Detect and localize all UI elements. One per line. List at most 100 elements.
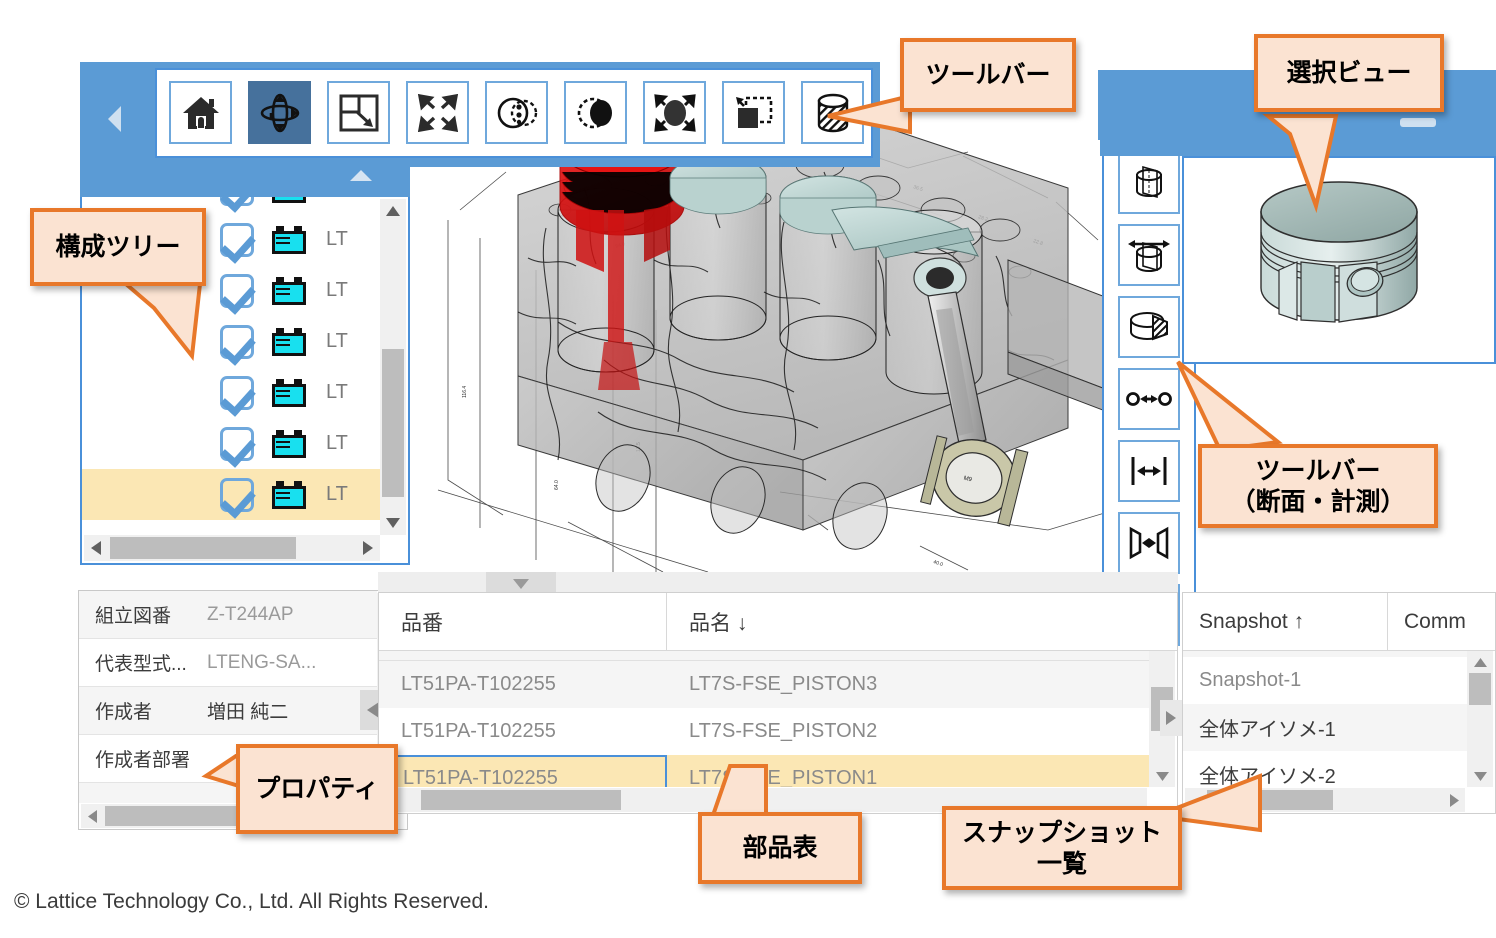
section-plane-button[interactable] — [1118, 152, 1180, 214]
tree-item-label: LT — [326, 197, 348, 200]
callout-properties: プロパティ — [236, 744, 398, 834]
overlapping-circles-icon — [497, 97, 537, 128]
fit-window-icon — [339, 94, 378, 131]
section-move-button[interactable] — [1118, 224, 1180, 286]
select-overlap-button[interactable] — [485, 81, 548, 144]
box-select-icon — [735, 96, 772, 128]
bom-cell-part-name: LT7S-FSE_PISTON3 — [689, 673, 878, 695]
visibility-checkbox[interactable] — [220, 477, 254, 512]
callout-section-toolbar-line2: （断面・計測） — [1230, 487, 1406, 516]
snapshot-row[interactable]: Snapshot-1 — [1183, 657, 1467, 704]
box-select-button[interactable] — [722, 81, 785, 144]
tree-row[interactable]: LT — [82, 367, 380, 418]
measure-point-to-point-button[interactable] — [1118, 368, 1180, 430]
scroll-up-icon[interactable] — [1467, 651, 1493, 673]
snapshot-horizontal-scrollbar[interactable] — [1185, 788, 1465, 812]
scroll-thumb[interactable] — [110, 537, 296, 559]
tree-row[interactable]: LT — [82, 469, 380, 520]
home-icon — [182, 96, 219, 129]
home-view-button[interactable] — [169, 81, 232, 144]
property-row[interactable]: 組立図番 Z-T244AP — [79, 591, 377, 639]
property-value: LTENG-SA... — [207, 651, 317, 673]
scroll-thumb[interactable] — [421, 790, 621, 810]
property-row[interactable]: 代表型式... LTENG-SA... — [79, 639, 377, 687]
tree-row[interactable]: LT — [82, 418, 380, 469]
callout-section-toolbar-line1: ツールバー — [1255, 455, 1381, 485]
dashed-circle-filled-icon — [577, 97, 612, 128]
tree-horizontal-scrollbar[interactable] — [84, 535, 380, 561]
bom-row[interactable]: LT51PA-T102255 LT7S-FSE_PISTON3 — [379, 661, 1149, 708]
tree-item-label: LT — [326, 432, 348, 454]
visibility-checkbox[interactable] — [220, 197, 254, 206]
zoom-fit-button[interactable] — [406, 81, 469, 144]
bom-header-row: 品番 品名 ↓ — [379, 593, 1177, 651]
snapshot-row[interactable]: 全体アイソメ-2 — [1183, 751, 1467, 787]
scroll-left-icon[interactable] — [81, 804, 103, 828]
bom-table-panel[interactable]: 品番 品名 ↓ LT51PA-T102255 LT7S-FSE_PISTON3 … — [378, 592, 1178, 814]
measure-face-distance-button[interactable] — [1118, 512, 1180, 574]
tree-collapse-up-icon[interactable] — [350, 170, 372, 181]
property-row[interactable]: 作成者 増田 純二 — [79, 687, 377, 735]
scroll-thumb[interactable] — [382, 349, 404, 497]
cross-section-button[interactable] — [801, 81, 864, 144]
expand-arrows-icon — [417, 93, 458, 132]
snapshot-list-panel[interactable]: Snapshot ↑ Comm Snapshot-1 全体アイソメ-1 全体アイ… — [1182, 592, 1496, 814]
visibility-checkbox[interactable] — [220, 273, 254, 308]
visibility-checkbox[interactable] — [220, 375, 254, 410]
snapshot-row[interactable]: 全体アイソメ-1 — [1183, 704, 1467, 751]
scroll-down-icon[interactable] — [1467, 765, 1493, 787]
bom-cell-part-name: LT7S-FSE_PISTON2 — [689, 720, 878, 742]
cylinder-plane-icon — [1136, 165, 1162, 199]
bom-collapse-right-icon[interactable] — [1160, 700, 1182, 736]
snapshot-name: 全体アイソメ-1 — [1199, 719, 1336, 741]
bom-column-part-number[interactable]: 品番 — [379, 593, 667, 650]
visibility-checkbox[interactable] — [220, 426, 254, 461]
snapshot-name: Snapshot-1 — [1199, 669, 1302, 691]
scroll-thumb[interactable] — [1207, 790, 1333, 810]
measure-line-distance-button[interactable] — [1118, 440, 1180, 502]
bom-cell-part-number: LT51PA-T102255 — [401, 673, 556, 695]
tree-item-label: LT — [326, 279, 348, 301]
bom-cell-part-number: LT51PA-T102255 — [401, 720, 556, 742]
bom-row[interactable]: LT51PA-T102255 LT7S-FSE_PISTON2 — [379, 708, 1149, 755]
fit-window-button[interactable] — [327, 81, 390, 144]
tree-vertical-scrollbar[interactable] — [380, 199, 406, 535]
part-icon — [272, 327, 306, 356]
scroll-right-icon[interactable] — [356, 535, 380, 561]
property-key: 代表型式... — [95, 654, 187, 675]
face-distance-icon — [1129, 526, 1169, 560]
snapshot-column-name[interactable]: Snapshot ↑ — [1183, 593, 1388, 650]
scroll-thumb[interactable] — [105, 806, 253, 826]
callout-snapshots-line1: スナップショット — [961, 817, 1162, 847]
tree-row[interactable]: LT — [82, 316, 380, 367]
bom-column-part-name[interactable]: 品名 ↓ — [667, 607, 1177, 637]
part-icon — [272, 480, 306, 509]
toolbar-collapse-left-icon[interactable] — [108, 106, 121, 132]
cut-solid-button[interactable] — [1118, 296, 1180, 358]
selection-view-collapse-icon[interactable] — [1400, 118, 1436, 127]
cylinder-plane-move-icon — [1128, 240, 1170, 272]
snapshot-column-comment[interactable]: Comm — [1388, 610, 1466, 634]
scroll-right-icon[interactable] — [1443, 788, 1465, 812]
tree-item-label: LT — [326, 381, 348, 403]
select-inside-button[interactable] — [564, 81, 627, 144]
callout-bom: 部品表 — [698, 812, 862, 884]
snapshot-vertical-scrollbar[interactable] — [1467, 651, 1493, 787]
scroll-left-icon[interactable] — [84, 535, 108, 561]
select-expand-button[interactable] — [643, 81, 706, 144]
selection-view-panel[interactable] — [1182, 156, 1496, 364]
snapshot-name: 全体アイソメ-2 — [1199, 766, 1336, 787]
scroll-down-icon[interactable] — [380, 511, 406, 535]
visibility-checkbox[interactable] — [220, 324, 254, 359]
hatched-cut-cylinder-icon — [1130, 312, 1168, 341]
visibility-checkbox[interactable] — [220, 222, 254, 257]
point-to-point-icon — [1126, 392, 1172, 406]
property-key: 作成者 — [95, 702, 153, 723]
scroll-down-icon[interactable] — [1149, 765, 1175, 787]
rotate-view-button[interactable] — [248, 81, 311, 144]
scroll-up-icon[interactable] — [380, 199, 406, 223]
tree-item-label: LT — [326, 228, 348, 250]
scroll-thumb[interactable] — [1469, 673, 1491, 705]
callout-toolbar: ツールバー — [900, 38, 1076, 112]
bom-row[interactable]: LT51PA-T102255 LT7S-FSE_PISTON1 — [379, 755, 1149, 787]
